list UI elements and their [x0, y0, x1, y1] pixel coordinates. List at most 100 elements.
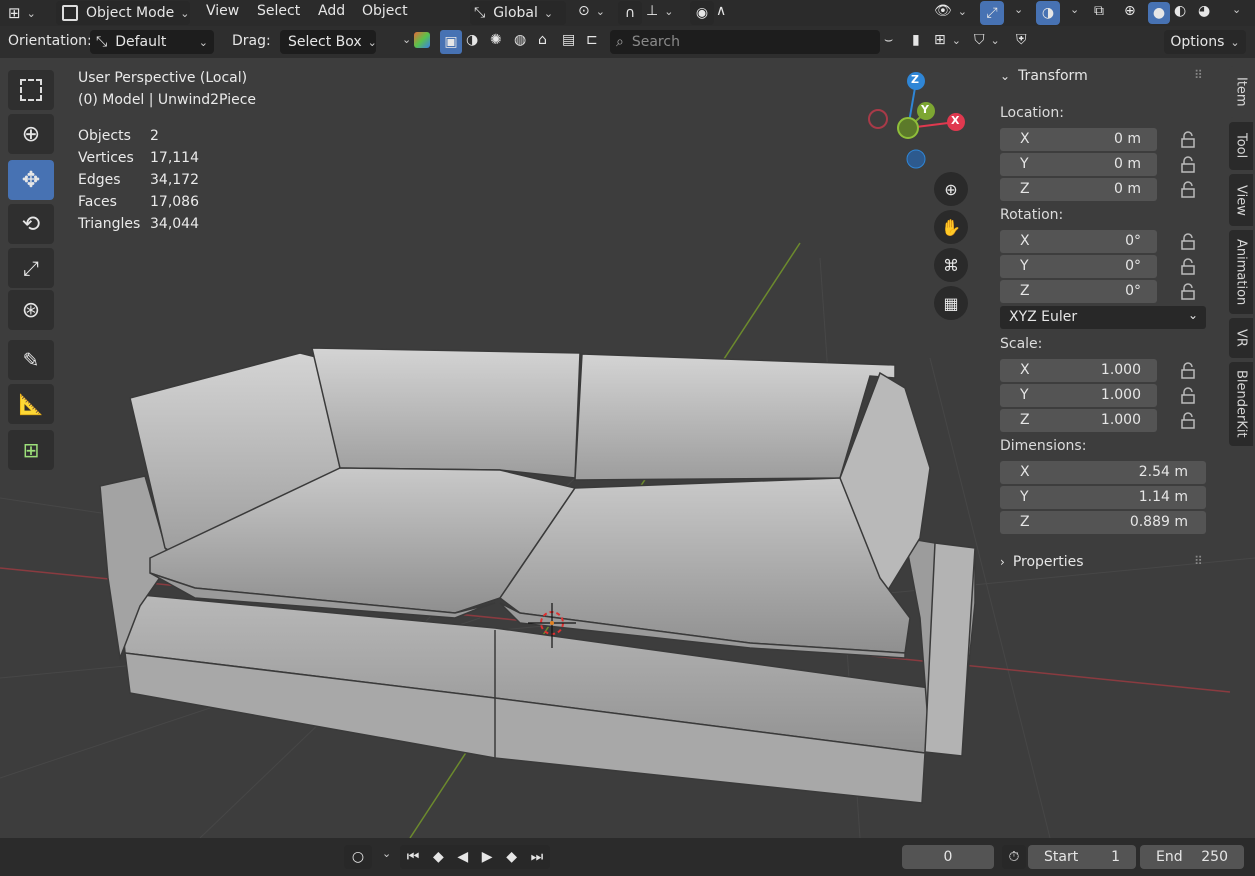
- properties-header[interactable]: › Properties: [1000, 554, 1084, 570]
- proportional-edit-toggle[interactable]: ◉: [690, 1, 714, 25]
- editor-type-button[interactable]: ⊞ ⌄: [8, 3, 36, 23]
- rotation-mode-dropdown[interactable]: XYZ Euler ⌄: [1000, 306, 1206, 329]
- shading-dropdown[interactable]: ⌄: [1226, 3, 1241, 16]
- object-filter-other[interactable]: ⊏: [586, 32, 598, 48]
- menu-object[interactable]: Object: [362, 3, 408, 19]
- tool-transform[interactable]: ⊛: [8, 290, 54, 330]
- shading-wireframe[interactable]: ⊕: [1124, 3, 1136, 19]
- shading-rendered[interactable]: ◕: [1198, 3, 1210, 19]
- lock-icon[interactable]: [1179, 362, 1197, 380]
- menu-select[interactable]: Select: [257, 3, 300, 19]
- end-frame-field[interactable]: End 250: [1140, 845, 1244, 869]
- lock-icon[interactable]: [1179, 387, 1197, 405]
- lock-icon[interactable]: [1179, 283, 1197, 301]
- start-frame-field[interactable]: Start 1: [1028, 845, 1136, 869]
- tab-blenderkit[interactable]: BlenderKit: [1229, 362, 1253, 446]
- scale-y-field[interactable]: Y 1.000: [1000, 384, 1157, 407]
- axis-label: X: [1020, 362, 1030, 378]
- next-keyframe-icon[interactable]: ◆: [506, 849, 517, 865]
- tool-add-cube[interactable]: ⊞: [8, 430, 54, 470]
- rotation-x-field[interactable]: X 0°: [1000, 230, 1157, 253]
- gizmo-toggle[interactable]: ⤢: [980, 1, 1004, 25]
- options-button[interactable]: Options ⌄: [1164, 30, 1246, 54]
- sort-button[interactable]: ⊞ ⌄: [934, 32, 961, 48]
- dimensions-y-field[interactable]: Y 1.14 m: [1000, 486, 1206, 509]
- tool-scale[interactable]: ⤢: [8, 248, 54, 288]
- prev-keyframe-icon[interactable]: ◆: [433, 849, 444, 865]
- funnel-button[interactable]: ⛉ ⌄: [974, 32, 1000, 48]
- drag-handle-icon[interactable]: ⠿: [1194, 68, 1203, 82]
- pan-button[interactable]: ✋: [934, 210, 968, 244]
- current-frame-field[interactable]: 0: [902, 845, 994, 869]
- drag-dropdown[interactable]: Select Box ⌄: [280, 30, 377, 54]
- tool-select-box[interactable]: [8, 70, 54, 110]
- lock-icon[interactable]: [1179, 412, 1197, 430]
- shading-solid[interactable]: ●: [1148, 2, 1170, 24]
- menu-add[interactable]: Add: [318, 3, 345, 19]
- dimensions-z-field[interactable]: Z 0.889 m: [1000, 511, 1206, 534]
- overlays-toggle[interactable]: ◑: [1036, 1, 1060, 25]
- play-reverse-icon[interactable]: ◀: [457, 849, 468, 865]
- xray-toggle[interactable]: ⧉: [1094, 3, 1104, 19]
- keyframe-toggle[interactable]: ○: [344, 845, 372, 869]
- transform-header[interactable]: ⌄ Transform: [1000, 68, 1088, 84]
- filter-dropdown[interactable]: ⌄: [396, 33, 411, 46]
- falloff-button[interactable]: ∧: [716, 3, 726, 19]
- chevron-down-icon: ⌄: [1014, 3, 1024, 16]
- tab-tool[interactable]: Tool: [1229, 122, 1253, 170]
- tab-vr[interactable]: VR: [1229, 318, 1253, 358]
- keying-dropdown[interactable]: ⌄: [376, 847, 391, 860]
- menu-view[interactable]: View: [206, 3, 239, 19]
- jump-end-icon[interactable]: ⏭: [531, 849, 544, 865]
- orientation-dropdown[interactable]: ⤡ Default ⌄: [90, 30, 214, 54]
- scale-z-field[interactable]: Z 1.000: [1000, 409, 1157, 432]
- object-filter-light[interactable]: ✺: [490, 32, 502, 48]
- object-filter-camera[interactable]: ⌂: [538, 32, 547, 48]
- rotation-z-field[interactable]: Z 0°: [1000, 280, 1157, 303]
- zoom-button[interactable]: ⊕: [934, 172, 968, 206]
- object-filter-empty[interactable]: ▤: [562, 32, 575, 48]
- object-filter-mesh[interactable]: ▣: [440, 30, 462, 54]
- tool-move[interactable]: ✥: [8, 160, 54, 200]
- visibility-button[interactable]: 👁 ⌄: [934, 3, 967, 19]
- object-filter-world[interactable]: ◍: [514, 32, 526, 48]
- tool-measure[interactable]: 📐: [8, 384, 54, 424]
- snap-toggle[interactable]: ∩: [618, 1, 642, 25]
- tool-rotate[interactable]: ⟲: [8, 204, 54, 244]
- location-y-field[interactable]: Y 0 m: [1000, 153, 1157, 176]
- rotation-y-field[interactable]: Y 0°: [1000, 255, 1157, 278]
- stopwatch-toggle[interactable]: ⏱: [1002, 845, 1026, 869]
- lock-icon[interactable]: [1179, 258, 1197, 276]
- filter-arrow-button[interactable]: ⌣: [884, 32, 893, 48]
- dimensions-x-field[interactable]: X 2.54 m: [1000, 461, 1206, 484]
- tool-cursor[interactable]: ⊕: [8, 114, 54, 154]
- bookmark-button[interactable]: ▮: [912, 32, 920, 48]
- tab-view[interactable]: View: [1229, 174, 1253, 226]
- gizmo-dropdown[interactable]: ⌄: [1008, 3, 1023, 16]
- snap-target-button[interactable]: ⊥ ⌄: [646, 3, 673, 19]
- overlays-dropdown[interactable]: ⌄: [1064, 3, 1079, 16]
- pivot-point-button[interactable]: ⊙ ⌄: [578, 3, 605, 19]
- shading-material[interactable]: ◐: [1174, 3, 1186, 19]
- play-icon[interactable]: ▶: [482, 849, 493, 865]
- camera-view-button[interactable]: ⌘: [934, 248, 968, 282]
- location-x-field[interactable]: X 0 m: [1000, 128, 1157, 151]
- sofa-model[interactable]: [99, 347, 976, 804]
- transform-orientation-dropdown[interactable]: ⤡ Global ⌄: [470, 1, 566, 25]
- scale-x-field[interactable]: X 1.000: [1000, 359, 1157, 382]
- shield-button[interactable]: ⛨: [1016, 32, 1027, 48]
- search-input[interactable]: ⌕ Search: [610, 30, 880, 54]
- mode-dropdown[interactable]: Object Mode ⌄: [56, 1, 190, 25]
- drag-handle-icon[interactable]: ⠿: [1194, 554, 1203, 568]
- jump-start-icon[interactable]: ⏮: [407, 849, 420, 865]
- tab-item[interactable]: Item: [1229, 66, 1253, 118]
- lock-icon[interactable]: [1179, 181, 1197, 199]
- location-z-field[interactable]: Z 0 m: [1000, 178, 1157, 201]
- tool-annotate[interactable]: ✎: [8, 340, 54, 380]
- lock-icon[interactable]: [1179, 233, 1197, 251]
- ortho-toggle-button[interactable]: ▦: [934, 286, 968, 320]
- lock-icon[interactable]: [1179, 131, 1197, 149]
- tab-animation[interactable]: Animation: [1229, 230, 1253, 314]
- lock-icon[interactable]: [1179, 156, 1197, 174]
- object-filter-curve[interactable]: ◑: [466, 32, 478, 48]
